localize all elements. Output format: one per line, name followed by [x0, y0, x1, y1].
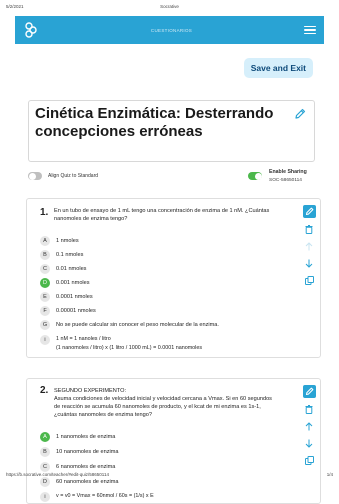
save-row: Save and Exit — [0, 54, 339, 82]
answer-option: G No se puede calcular sin conocer el pe… — [40, 319, 219, 330]
duplicate-copy-icon[interactable] — [303, 455, 316, 466]
answer-option-correct: A 1 nanomoles de enzima — [40, 431, 115, 442]
quiz-title-card: Cinética Enzimática: Desterrando concepc… — [28, 100, 315, 162]
edit-question-pencil-icon[interactable] — [302, 385, 316, 398]
answer-option: A 1 nmoles — [40, 235, 79, 246]
option-text: 60 nanomoles de enzima — [56, 478, 119, 485]
info-icon: i — [40, 335, 50, 345]
nav-title[interactable]: CUESTIONARIOS — [151, 28, 192, 33]
question-tools — [302, 385, 316, 466]
option-text: 0.0001 nmoles — [56, 293, 93, 300]
question-number: 1. — [40, 207, 49, 218]
option-text: 6 nanomoles de enzima — [56, 463, 116, 470]
option-letter: G — [40, 319, 50, 330]
question-text: En un tubo de ensayo de 1 mL tengo una c… — [54, 208, 270, 222]
question-text: SEGUNDO EXPERIMENTO: Asuma condiciones d… — [54, 387, 274, 419]
print-page-number: 1/4 — [326, 472, 333, 477]
explanation-line: v = v0 = Vmax = 60nmol / 60s = (1/s) x E — [56, 493, 154, 499]
option-letter: E — [40, 291, 50, 302]
move-down-arrow-icon[interactable] — [303, 258, 316, 269]
quiz-title[interactable]: Cinética Enzimática: Desterrando concepc… — [35, 105, 275, 141]
align-standard-label: Align Quiz to Standard — [48, 173, 99, 179]
align-standard-toggle[interactable] — [28, 172, 42, 180]
explanation: i 1 nM = 1 nanoles / litro (1 nanomoles … — [40, 335, 202, 352]
answer-option: E 0.0001 nmoles — [40, 291, 93, 302]
print-site-title: Socrative — [160, 4, 179, 9]
delete-trash-icon[interactable] — [303, 404, 316, 415]
answer-option: C 0.01 nmoles — [40, 263, 86, 274]
explanation-line: 1 nM = 1 nanoles / litro — [56, 336, 111, 342]
socrative-logo-icon[interactable] — [23, 22, 39, 38]
question-tools — [302, 205, 316, 286]
question-text-line: Asuma condiciones de velocidad inicial y… — [54, 396, 272, 418]
explanation: i v = v0 = Vmax = 60nmol / 60s = (1/s) x… — [40, 492, 154, 502]
option-letter: D — [40, 476, 50, 487]
option-letter: B — [40, 249, 50, 260]
answer-option: C 6 nanomoles de enzima — [40, 461, 115, 472]
duplicate-copy-icon[interactable] — [303, 275, 316, 286]
option-letter: D — [40, 277, 50, 288]
option-text: 0.001 nmoles — [56, 279, 90, 286]
answer-option-correct: D 0.001 nmoles — [40, 277, 90, 288]
info-icon: i — [40, 492, 50, 502]
question-text-line: SEGUNDO EXPERIMENTO: — [54, 388, 127, 394]
print-url: https://b.socrative.com/teacher/#edit-qu… — [6, 472, 109, 477]
answer-option: B 0.1 nmoles — [40, 249, 83, 260]
option-text: 10 nanomoles de enzima — [56, 448, 119, 455]
option-text: 1 nanomoles de enzima — [56, 433, 116, 440]
edit-title-pencil-icon[interactable] — [294, 107, 306, 125]
option-text: No se puede calcular sin conocer el peso… — [56, 321, 219, 328]
answer-option: B 10 nanomoles de enzima — [40, 446, 119, 457]
print-header: 5/2/2021 Socrative — [0, 0, 339, 14]
option-letter: B — [40, 446, 50, 457]
option-text: 0.00001 nmoles — [56, 307, 96, 314]
option-letter: C — [40, 263, 50, 274]
answer-option: F 0.00001 nmoles — [40, 305, 96, 316]
option-text: 1 nmoles — [56, 237, 79, 244]
move-up-arrow-icon — [303, 241, 316, 252]
share-code: SOC-58650114 — [269, 178, 302, 183]
question-number: 2. — [40, 385, 49, 396]
hamburger-menu-icon[interactable] — [304, 25, 316, 35]
question-card-2: 2. SEGUNDO EXPERIMENTO: Asuma condicione… — [26, 378, 321, 504]
enable-sharing-label: Enable Sharing — [269, 169, 307, 175]
answer-option: D 60 nanomoles de enzima — [40, 476, 119, 487]
move-up-arrow-icon[interactable] — [303, 421, 316, 432]
edit-question-pencil-icon[interactable] — [302, 205, 316, 218]
print-footer: https://b.socrative.com/teacher/#edit-qu… — [6, 472, 333, 477]
top-navbar: CUESTIONARIOS — [15, 16, 324, 44]
enable-sharing-toggle[interactable] — [248, 172, 262, 180]
delete-trash-icon[interactable] — [303, 224, 316, 235]
option-text: 0.01 nmoles — [56, 265, 87, 272]
option-letter: A — [40, 235, 50, 246]
option-letter: C — [40, 461, 50, 472]
quiz-settings-row: Align Quiz to Standard Enable Sharing SO… — [28, 168, 313, 188]
save-and-exit-button[interactable]: Save and Exit — [243, 58, 313, 78]
print-date: 5/2/2021 — [6, 4, 24, 9]
question-card-1: 1. En un tubo de ensayo de 1 mL tengo un… — [26, 198, 321, 358]
explanation-line: (1 nanomoles / litro) x (1 litro / 1000 … — [56, 344, 203, 351]
option-letter: F — [40, 305, 50, 316]
option-letter: A — [40, 431, 50, 442]
move-down-arrow-icon[interactable] — [303, 438, 316, 449]
option-text: 0.1 nmoles — [56, 251, 84, 258]
